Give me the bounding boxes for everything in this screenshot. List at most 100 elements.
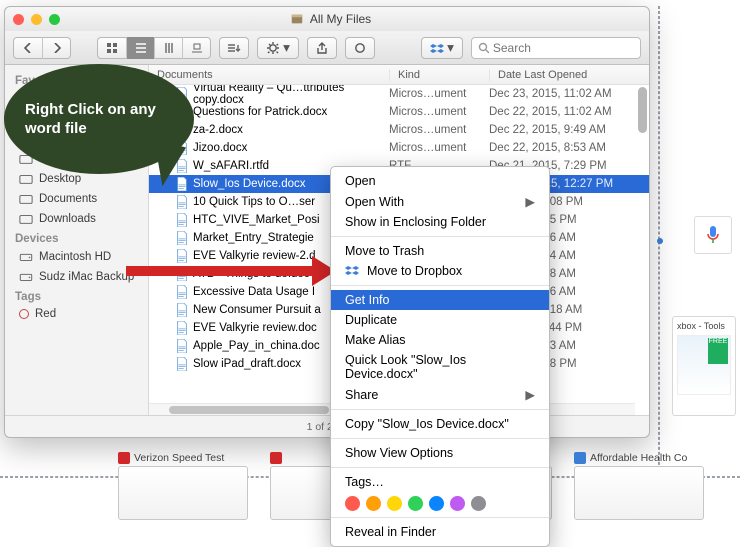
- zoom-button[interactable]: [49, 14, 60, 25]
- folder-icon: [19, 192, 33, 206]
- sidebar-item[interactable]: Documents: [5, 189, 148, 209]
- menu-item[interactable]: Get Info: [331, 290, 549, 310]
- dropbox-icon: [345, 265, 359, 277]
- back-button[interactable]: [14, 37, 42, 59]
- tag-color[interactable]: [429, 496, 444, 511]
- downloads-icon: [19, 212, 33, 226]
- drive-icon: [19, 270, 33, 284]
- menu-item[interactable]: Move to Trash: [331, 241, 549, 261]
- traffic-lights: [13, 14, 60, 25]
- favicon-icon: [118, 452, 130, 464]
- tag-color[interactable]: [450, 496, 465, 511]
- gear-icon: [266, 41, 280, 55]
- dropbox-icon: [430, 42, 444, 54]
- file-row[interactable]: za-2.docxMicros…umentDec 22, 2015, 9:49 …: [149, 121, 649, 139]
- menu-item[interactable]: Reveal in Finder: [331, 522, 549, 542]
- arrange-menu[interactable]: [219, 37, 249, 59]
- dropbox-toolbar[interactable]: ▾: [421, 37, 463, 59]
- annotation-callout: Right Click on any word file: [4, 64, 194, 174]
- guide-dot: [657, 238, 663, 244]
- toolbar: ▾ ▾: [5, 31, 649, 65]
- file-row[interactable]: Questions for Patrick.docxMicros…umentDe…: [149, 103, 649, 121]
- column-date[interactable]: Date Last Opened: [489, 69, 639, 81]
- menu-item[interactable]: Share▶: [331, 384, 549, 405]
- all-my-files-icon: [290, 12, 304, 26]
- column-headers[interactable]: Documents Kind Date Last Opened: [149, 65, 649, 85]
- docx-icon: [175, 213, 189, 227]
- tags-button[interactable]: [345, 37, 375, 59]
- sidebar-header-devices: Devices: [5, 229, 148, 247]
- search-field[interactable]: [471, 37, 641, 59]
- menu-item[interactable]: Tags…: [331, 472, 549, 492]
- docx-icon: [175, 339, 189, 353]
- vertical-scrollbar[interactable]: [638, 87, 647, 413]
- desktop-thumbnail[interactable]: Affordable Health Co: [574, 452, 704, 516]
- menu-item[interactable]: Move to Dropbox: [331, 261, 549, 281]
- tag-color[interactable]: [387, 496, 402, 511]
- menu-separator: [331, 438, 549, 439]
- view-columns[interactable]: [154, 37, 182, 59]
- titlebar[interactable]: All My Files: [5, 7, 649, 31]
- menu-item[interactable]: Copy "Slow_Ios Device.docx": [331, 414, 549, 434]
- tag-icon: [354, 42, 366, 54]
- close-button[interactable]: [13, 14, 24, 25]
- action-menu[interactable]: ▾: [257, 37, 299, 59]
- view-list[interactable]: [126, 37, 154, 59]
- menu-item[interactable]: Show in Enclosing Folder: [331, 212, 549, 232]
- docx-icon: [175, 357, 189, 371]
- status-bar: 1 of 28,3: [5, 415, 649, 437]
- window-title: All My Files: [68, 12, 593, 26]
- menu-separator: [331, 517, 549, 518]
- menu-separator: [331, 285, 549, 286]
- scroll-thumb[interactable]: [169, 406, 329, 414]
- column-kind[interactable]: Kind: [389, 69, 489, 81]
- 背景-thumbnail[interactable]: xbox - Tools FREE: [672, 316, 736, 416]
- crop-guide-right: [658, 6, 660, 520]
- share-button[interactable]: [307, 37, 337, 59]
- search-icon: [478, 42, 489, 54]
- forward-button[interactable]: [42, 37, 70, 59]
- menu-separator: [331, 236, 549, 237]
- tag-color[interactable]: [471, 496, 486, 511]
- minimize-button[interactable]: [31, 14, 42, 25]
- sidebar-tag-item[interactable]: Red: [5, 305, 148, 323]
- search-input[interactable]: [493, 41, 634, 55]
- view-switcher: [97, 37, 211, 59]
- menu-separator: [331, 409, 549, 410]
- voice-search-icon[interactable]: [694, 216, 732, 254]
- favicon-icon: [270, 452, 282, 464]
- context-menu: OpenOpen With▶Show in Enclosing Folder Mo…: [330, 166, 550, 547]
- desktop-thumbnail[interactable]: Verizon Speed Test: [118, 452, 248, 516]
- docx-icon: [175, 285, 189, 299]
- tag-color[interactable]: [366, 496, 381, 511]
- file-row[interactable]: Jizoo.docxMicros…umentDec 22, 2015, 8:53…: [149, 139, 649, 157]
- tag-dot-icon: [19, 309, 29, 319]
- view-coverflow[interactable]: [182, 37, 210, 59]
- docx-icon: [175, 195, 189, 209]
- desktop-icon: [19, 172, 33, 186]
- menu-item[interactable]: Open With▶: [331, 191, 549, 212]
- file-row[interactable]: Virtual Reality – Qu…ttributes copy.docx…: [149, 85, 649, 103]
- microphone-icon: [705, 225, 721, 245]
- menu-separator: [331, 467, 549, 468]
- sidebar-item[interactable]: Downloads: [5, 209, 148, 229]
- docx-icon: [175, 231, 189, 245]
- menu-item[interactable]: Open: [331, 171, 549, 191]
- column-name[interactable]: Documents: [149, 69, 389, 81]
- scroll-thumb[interactable]: [638, 87, 647, 133]
- tag-color[interactable]: [345, 496, 360, 511]
- tag-color[interactable]: [408, 496, 423, 511]
- menu-item[interactable]: Make Alias: [331, 330, 549, 350]
- menu-item[interactable]: Duplicate: [331, 310, 549, 330]
- nav-back-forward: [13, 37, 71, 59]
- favicon-icon: [574, 452, 586, 464]
- submenu-arrow-icon: ▶: [525, 194, 535, 209]
- menu-item[interactable]: Quick Look "Slow_Ios Device.docx": [331, 350, 549, 384]
- tag-color-row: [331, 492, 549, 513]
- docx-icon: [175, 303, 189, 317]
- share-icon: [316, 42, 328, 54]
- drive-icon: [19, 250, 33, 264]
- view-icon[interactable]: [98, 37, 126, 59]
- submenu-arrow-icon: ▶: [525, 387, 535, 402]
- menu-item[interactable]: Show View Options: [331, 443, 549, 463]
